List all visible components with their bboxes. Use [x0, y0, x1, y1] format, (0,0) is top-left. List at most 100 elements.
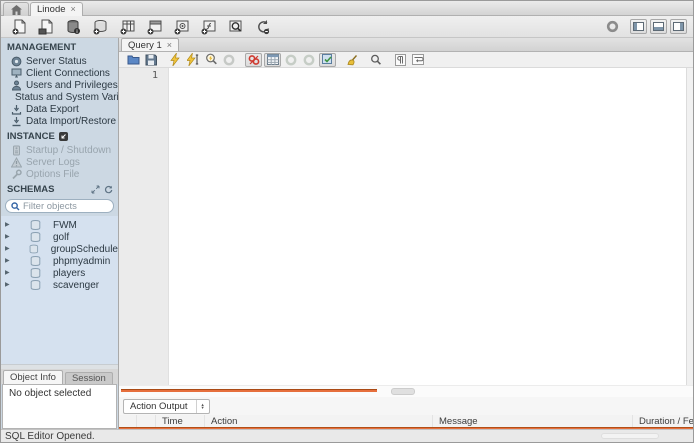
autocommit-icon	[321, 54, 332, 64]
status-bar: SQL Editor Opened.	[1, 429, 693, 442]
query-tab-1[interactable]: Query 1 ×	[121, 38, 180, 51]
left-panel-icon	[633, 22, 644, 31]
schema-icon	[30, 220, 41, 230]
schema-filter-input[interactable]	[23, 200, 103, 212]
pilcrow-icon	[394, 53, 406, 66]
object-inspector-button[interactable]	[61, 17, 85, 36]
chevron-right-icon[interactable]: ▶	[5, 222, 13, 228]
sidebar-item-server-status[interactable]: Server Status	[1, 55, 118, 67]
reconnect-dbms-button[interactable]	[250, 17, 274, 36]
sidebar-item-data-export[interactable]: Data Export	[1, 103, 118, 115]
instance-title: INSTANCE	[7, 131, 55, 142]
editor-horizontal-scrollbar[interactable]	[391, 388, 415, 395]
tab-object-info[interactable]: Object Info	[3, 370, 63, 384]
close-icon[interactable]: ×	[167, 40, 172, 50]
management-title: MANAGEMENT	[7, 42, 77, 53]
new-query-tab-button[interactable]	[7, 17, 31, 36]
open-file-button[interactable]	[124, 52, 142, 67]
commit-button[interactable]	[282, 52, 300, 67]
expand-panel-icon[interactable]	[91, 185, 100, 194]
message-column-header[interactable]: Message	[433, 415, 633, 427]
schema-list: ▶ FWM ▶ golf ▶ groupSchedule ▶ phpmyadmi…	[1, 216, 118, 364]
toggle-right-panel-button[interactable]	[670, 19, 687, 34]
create-schema-button[interactable]	[88, 17, 112, 36]
stop-execution-button[interactable]	[220, 52, 238, 67]
open-sql-script-button[interactable]	[34, 17, 58, 36]
limit-rows-grid-icon	[266, 54, 279, 65]
output-view-select[interactable]: Action Output ▲ ▼	[123, 398, 210, 414]
column-label: Time	[162, 415, 183, 427]
close-icon[interactable]: ×	[71, 5, 76, 14]
chevron-right-icon[interactable]: ▶	[5, 270, 13, 276]
sidebar-item-data-import[interactable]: Data Import/Restore	[1, 115, 118, 127]
create-table-button[interactable]	[115, 17, 139, 36]
resize-grip[interactable]	[601, 433, 659, 439]
create-view-button[interactable]	[142, 17, 166, 36]
toggle-limit-rows-button[interactable]	[264, 52, 281, 67]
execute-button[interactable]	[166, 52, 184, 67]
search-icon	[11, 201, 20, 210]
toggle-autocommit-button[interactable]	[319, 52, 336, 67]
connection-tab-linode[interactable]: Linode ×	[30, 2, 83, 16]
schema-item-golf[interactable]: ▶ golf	[1, 231, 118, 243]
schema-icon	[29, 244, 39, 254]
panel-splitter-highlight[interactable]	[121, 389, 377, 392]
find-button[interactable]	[367, 52, 385, 67]
chevron-right-icon[interactable]: ▶	[5, 246, 12, 252]
schema-item-groupschedule[interactable]: ▶ groupSchedule	[1, 243, 118, 255]
toggle-stop-on-error-button[interactable]	[245, 52, 262, 67]
action-column-header[interactable]: Action	[205, 415, 433, 427]
index-column-header[interactable]	[137, 415, 156, 427]
sidebar-item-server-logs[interactable]: Server Logs	[1, 156, 118, 168]
schemas-title: SCHEMAS	[7, 184, 55, 195]
toggle-word-wrap-button[interactable]	[409, 52, 427, 67]
home-tab[interactable]	[3, 2, 29, 16]
toggle-left-panel-button[interactable]	[630, 19, 647, 34]
schema-label: phpmyadmin	[53, 255, 111, 267]
toggle-bottom-panel-button[interactable]	[650, 19, 667, 34]
spinner-icon[interactable]: ▲ ▼	[195, 399, 209, 413]
sidebar-item-label: Server Status	[26, 55, 87, 67]
chevron-right-icon[interactable]: ▶	[5, 234, 13, 240]
sql-code-area[interactable]	[169, 68, 686, 385]
schema-label: FWM	[53, 219, 77, 231]
status-column-header[interactable]	[119, 415, 137, 427]
search-table-data-button[interactable]	[223, 17, 247, 36]
refresh-icon[interactable]	[104, 185, 113, 194]
duration-column-header[interactable]: Duration / Fetch	[633, 415, 693, 427]
execute-current-statement-button[interactable]	[184, 52, 202, 67]
schema-item-phpmyadmin[interactable]: ▶ phpmyadmin	[1, 255, 118, 267]
object-info-tabbar: Object Info Session	[1, 369, 118, 384]
save-script-button[interactable]	[142, 52, 160, 67]
open-sql-script-icon	[38, 19, 52, 34]
spin-down-icon[interactable]: ▼	[201, 405, 205, 409]
editor-vertical-scrollbar[interactable]	[686, 68, 693, 385]
sidebar-item-label: Options File	[26, 168, 80, 180]
schema-item-fwm[interactable]: ▶ FWM	[1, 219, 118, 231]
search-icon	[371, 54, 381, 65]
sidebar-item-label: Startup / Shutdown	[26, 144, 112, 156]
chevron-right-icon[interactable]: ▶	[5, 258, 13, 264]
sidebar-item-users-privileges[interactable]: Users and Privileges	[1, 79, 118, 91]
instance-section-header: INSTANCE	[1, 127, 118, 144]
sidebar-item-client-connections[interactable]: Client Connections	[1, 67, 118, 79]
monitor-icon	[11, 68, 22, 77]
chevron-right-icon[interactable]: ▶	[5, 282, 13, 288]
sidebar-item-options-file[interactable]: Options File	[1, 168, 118, 180]
schema-item-players[interactable]: ▶ players	[1, 267, 118, 279]
object-inspector-icon	[67, 19, 80, 34]
rollback-button[interactable]	[300, 52, 318, 67]
create-table-icon	[120, 20, 134, 34]
time-column-header[interactable]: Time	[156, 415, 205, 427]
explain-button[interactable]	[202, 52, 220, 67]
beautify-sql-button[interactable]	[343, 52, 361, 67]
schema-item-scavenger[interactable]: ▶ scavenger	[1, 279, 118, 291]
create-procedure-button[interactable]	[169, 17, 193, 36]
toggle-invisible-characters-button[interactable]	[391, 52, 409, 67]
sql-editor[interactable]: 1	[119, 68, 693, 385]
create-function-button[interactable]	[196, 17, 220, 36]
sidebar-item-status-system-variables[interactable]: Status and System Variables	[1, 91, 118, 103]
sidebar-item-startup-shutdown[interactable]: Startup / Shutdown	[1, 144, 118, 156]
tab-session[interactable]: Session	[64, 372, 113, 384]
schema-filter-box[interactable]	[5, 199, 114, 213]
